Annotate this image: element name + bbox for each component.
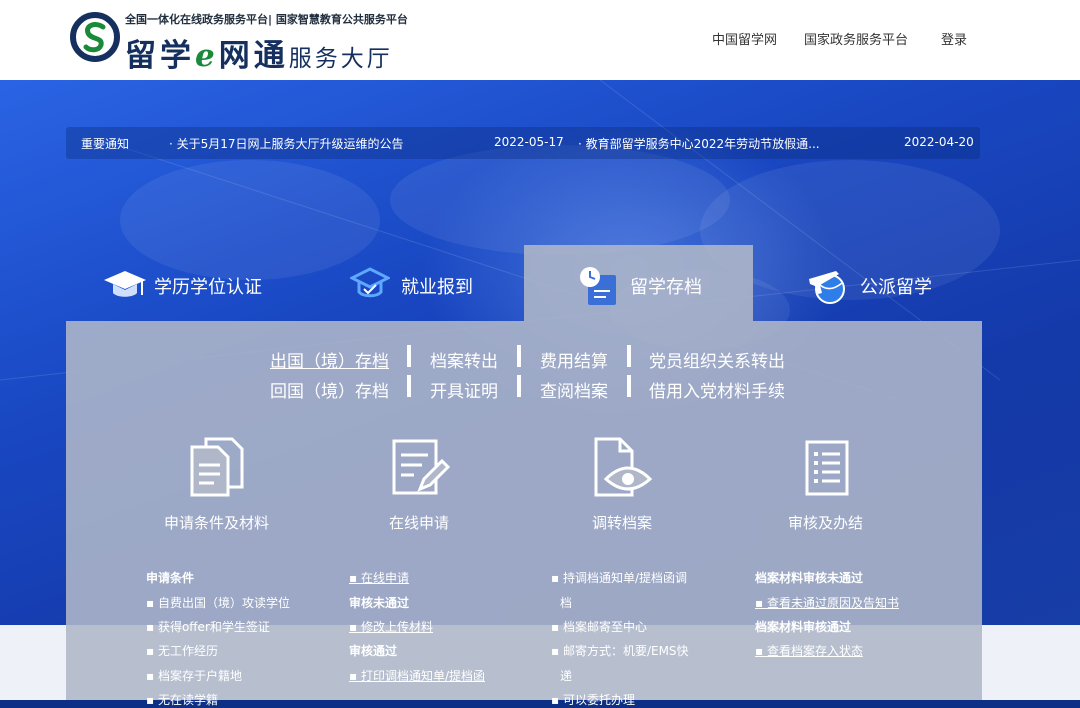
col-item: ▪ 档案邮寄至中心 xyxy=(551,620,647,634)
file-eye-icon xyxy=(594,437,653,497)
sublink-consult-archive[interactable]: 查阅档案 xyxy=(540,377,608,402)
logo-brand-e: e xyxy=(195,38,219,74)
archive-file-icon xyxy=(580,267,616,305)
notice-bar: 重要通知 · 关于5月17日网上服务大厅升级运维的公告 2022-05-17 ·… xyxy=(66,127,980,159)
separator xyxy=(627,345,631,367)
step-label: 审核及办结 xyxy=(788,514,864,532)
notice-label: 重要通知 xyxy=(81,137,130,151)
separator xyxy=(627,375,631,397)
tab-label: 公派留学 xyxy=(860,277,932,298)
sublink-archive-transfer-out[interactable]: 档案转出 xyxy=(430,347,498,372)
tab-label: 留学存档 xyxy=(630,277,702,298)
notice-date-2: 2022-04-20 xyxy=(904,135,974,149)
col-item: 递 xyxy=(560,669,573,683)
airplane-globe-icon xyxy=(809,271,845,304)
online-apply-link[interactable]: ▪ 在线申请 xyxy=(349,569,409,586)
notice-date-1: 2022-05-17 xyxy=(494,135,564,149)
sublink-fee-settlement[interactable]: 费用结算 xyxy=(540,347,608,372)
col-heading: 审核通过 xyxy=(349,644,398,658)
step-label: 申请条件及材料 xyxy=(164,514,270,532)
header: 全国一体化在线政务服务平台| 国家智慧教育公共服务平台 留学e网通服务大厅 中国… xyxy=(0,0,1080,81)
sublink-borrow-party-materials[interactable]: 借用入党材料手续 xyxy=(649,377,785,402)
view-reason-link[interactable]: ▪ 查看未通过原因及告知书 xyxy=(755,594,899,611)
col-item: ▪ 无工作经历 xyxy=(146,644,218,658)
col-item: ▪ 邮寄方式：机要/EMS快 xyxy=(551,644,689,658)
logo-title: 留学e网通服务大厅 xyxy=(125,30,393,75)
logo-brand-a: 留学 xyxy=(125,38,195,74)
col-item: 档 xyxy=(560,596,573,610)
logo-service-hall: 服务大厅 xyxy=(288,46,393,72)
col-heading: 档案材料审核未通过 xyxy=(755,571,864,585)
tab-archive-storage[interactable]: 留学存档 xyxy=(524,245,753,321)
edit-form-icon xyxy=(392,439,450,495)
tab-degree-certification[interactable]: 学历学位认证 xyxy=(96,245,296,321)
tab-label: 学历学位认证 xyxy=(154,277,262,298)
checklist-icon xyxy=(805,440,849,496)
modify-materials-link[interactable]: ▪ 修改上传材料 xyxy=(349,618,433,635)
tab-label: 就业报到 xyxy=(401,277,473,298)
tab-government-study-abroad[interactable]: 公派留学 xyxy=(804,245,954,321)
logo-tagline: 全国一体化在线政务服务平台| 国家智慧教育公共服务平台 xyxy=(125,13,408,26)
graduation-cap-icon xyxy=(104,271,146,297)
sublink-return-archive[interactable]: 回国（境）存档 xyxy=(270,377,389,402)
view-status-link[interactable]: ▪ 查看档案存入状态 xyxy=(755,642,863,659)
separator xyxy=(517,375,521,397)
sublink-outbound-archive[interactable]: 出国（境）存档 xyxy=(270,347,389,372)
separator xyxy=(517,345,521,367)
col-heading: 申请条件 xyxy=(146,571,195,585)
notice-item-1[interactable]: · 关于5月17日网上服务大厅升级运维的公告 xyxy=(169,135,404,152)
print-notice-link[interactable]: ▪ 打印调档通知单/提档函 xyxy=(349,667,485,684)
separator xyxy=(407,345,411,367)
mortarboard-icon xyxy=(350,267,390,298)
nav-link-cscse[interactable]: 中国留学网 xyxy=(712,29,777,48)
col-heading: 审核未通过 xyxy=(349,596,410,610)
col-item: ▪ 档案存于户籍地 xyxy=(146,669,242,683)
notice-item-2[interactable]: · 教育部留学服务中心2022年劳动节放假通... xyxy=(578,135,820,152)
sublink-party-relation-transfer[interactable]: 党员组织关系转出 xyxy=(649,347,785,372)
nav-link-gov-platform[interactable]: 国家政务服务平台 xyxy=(804,29,908,48)
step-label: 在线申请 xyxy=(389,514,450,532)
col-item: ▪ 获得offer和学生签证 xyxy=(146,620,270,634)
service-panel: 出国（境）存档 档案转出 费用结算 党员组织关系转出 回国（境）存档 开具证明 … xyxy=(66,321,982,707)
logo-icon xyxy=(70,12,120,62)
login-link[interactable]: 登录 xyxy=(941,29,967,48)
separator xyxy=(407,375,411,397)
step-label: 调转档案 xyxy=(592,514,653,532)
sublink-issue-certificate[interactable]: 开具证明 xyxy=(430,377,498,402)
tab-employment-report[interactable]: 就业报到 xyxy=(344,245,514,321)
col-item: ▪ 自费出国（境）攻读学位 xyxy=(146,596,290,610)
col-heading: 档案材料审核通过 xyxy=(755,620,852,634)
logo-brand-b: 网通 xyxy=(218,38,289,74)
documents-icon xyxy=(190,437,244,497)
col-item: ▪ 持调档通知单/提档函调 xyxy=(551,571,687,585)
